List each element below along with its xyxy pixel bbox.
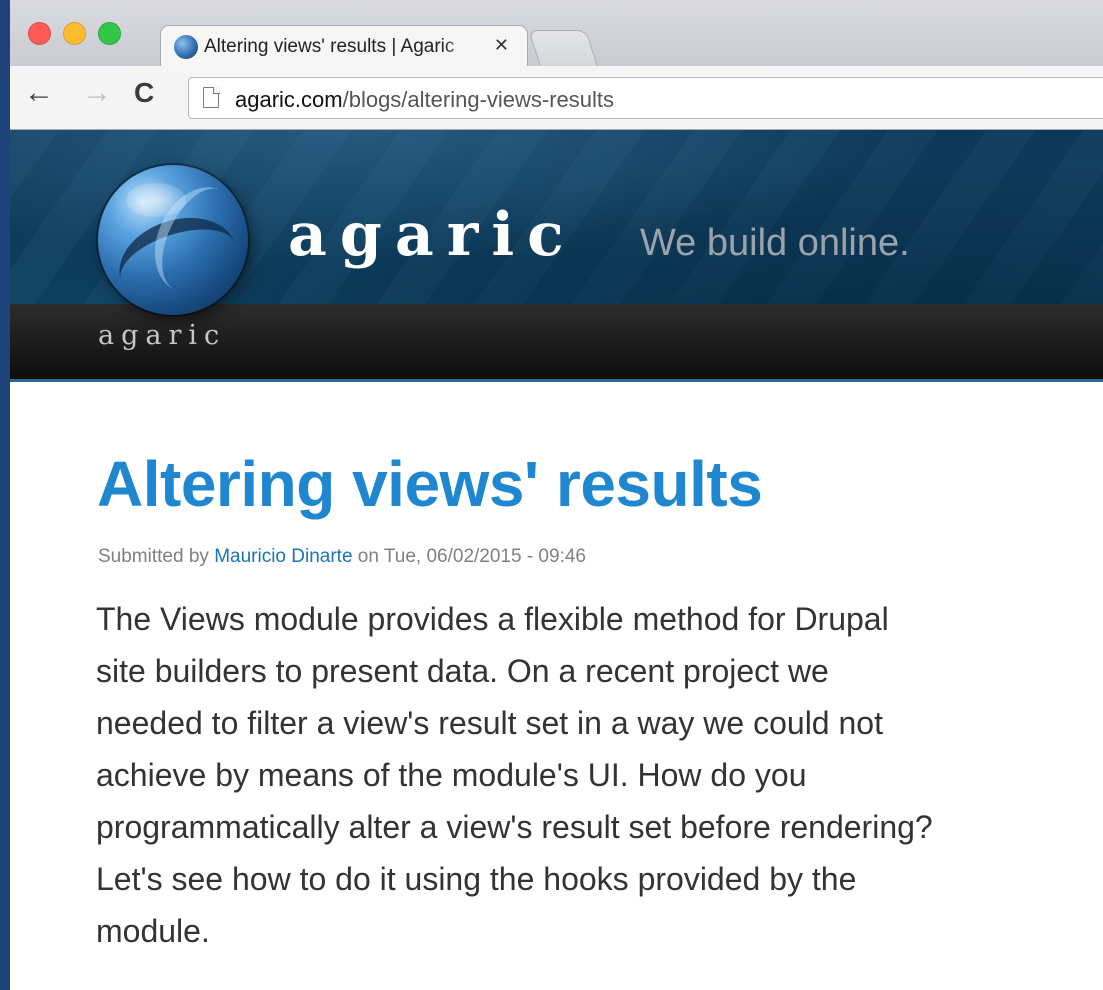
url-path: /blogs/altering-views-results [342,87,615,112]
body-line: site builders to present data. On a rece… [96,653,829,689]
body-line: Let's see how to do it using the hooks p… [96,861,857,897]
tab-strip: Altering views' results | Agaric ✕ [10,0,1103,67]
forward-arrow-icon[interactable]: → [82,78,112,108]
url-host: agaric.com [235,87,343,112]
page-icon [203,86,220,108]
new-tab-button[interactable] [528,30,598,66]
article-title: Altering views' results [97,448,763,520]
close-icon[interactable]: ✕ [494,35,509,56]
body-line: programmatically alter a view's result s… [96,809,933,845]
body-line: needed to filter a view's result set in … [96,705,883,741]
close-window-button[interactable] [28,22,51,45]
logo-wordmark[interactable]: agaric [98,320,226,351]
browser-toolbar: ← → C agaric.com/blogs/altering-views-re… [10,66,1103,130]
logo-glint [126,183,186,217]
meta-date: on Tue, 06/02/2015 - 09:46 [357,546,586,567]
browser-window: Altering views' results | Agaric ✕ ← → C… [10,0,1103,990]
back-arrow-icon[interactable]: ← [24,78,54,108]
article-body: The Views module provides a flexible met… [96,593,1103,957]
body-line: The Views module provides a flexible met… [96,601,889,637]
author-link[interactable]: Mauricio Dinarte [214,546,352,567]
body-line: module. [96,913,210,949]
tab-title: Altering views' results | Agaric [204,36,455,57]
site-brand[interactable]: agaric [288,200,577,270]
zoom-window-button[interactable] [98,22,121,45]
address-bar[interactable]: agaric.com/blogs/altering-views-results [188,77,1103,119]
reload-icon[interactable]: C [134,78,154,108]
agaric-favicon-icon [174,35,198,59]
tab-active[interactable]: Altering views' results | Agaric ✕ [160,25,528,67]
site-tagline: We build online. [640,222,910,264]
minimize-window-button[interactable] [63,22,86,45]
body-line: achieve by means of the module's UI. How… [96,757,807,793]
article-meta: Submitted by Mauricio Dinarte on Tue, 06… [98,546,586,568]
meta-prefix: Submitted by [98,546,209,567]
agaric-logo-orb-icon[interactable] [98,165,248,315]
url-text[interactable]: agaric.com/blogs/altering-views-results [235,87,614,113]
